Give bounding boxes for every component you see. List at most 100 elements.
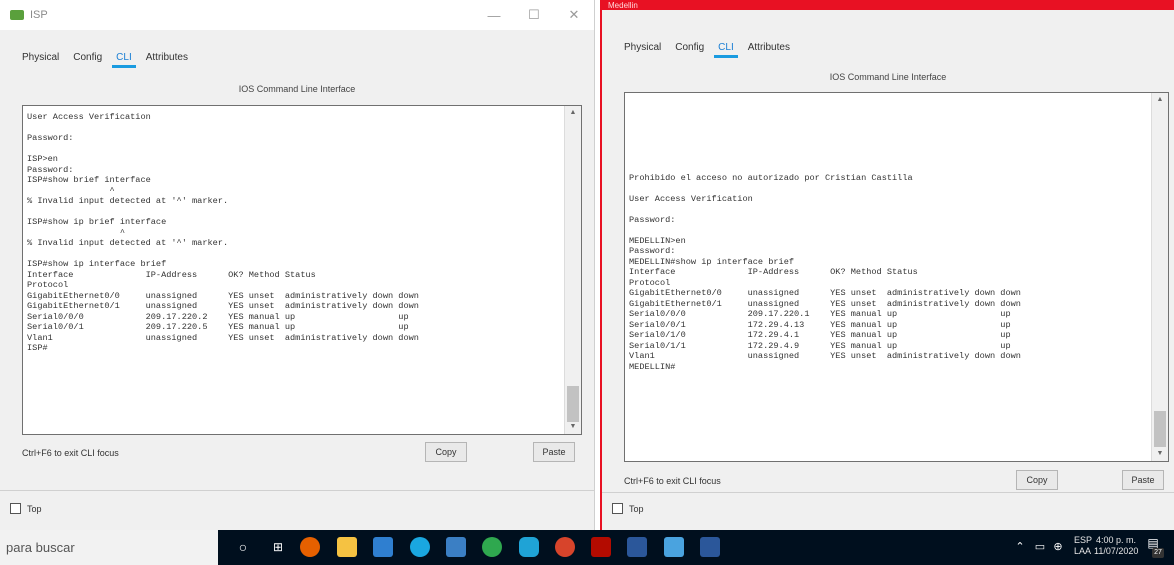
terminal-scrollbar[interactable]: ▲ ▼ [564,106,581,434]
minimize-button[interactable]: — [474,0,514,30]
tab-physical[interactable]: Physical [22,52,59,67]
terminal-line: ISP#show brief interface [27,175,151,185]
terminal-output: Prohibido el acceso no autorizado por Cr… [629,99,1148,372]
tab-cli[interactable]: CLI [112,52,136,68]
terminal-line: Protocol [629,277,671,288]
exit-cli-hint: Ctrl+F6 to exit CLI focus [22,448,119,458]
language-bottom: LAA [1074,546,1092,556]
top-label: Top [629,503,644,514]
store-icon[interactable] [337,537,357,557]
scroll-down-icon[interactable]: ▼ [565,420,581,434]
terminal-line: MEDELLIN# [629,361,676,372]
office-icon[interactable] [555,537,575,557]
cli-heading: IOS Command Line Interface [829,72,947,82]
paste-button[interactable]: Paste [1122,470,1164,490]
tab-attributes[interactable]: Attributes [748,42,790,57]
medellin-window: Medellin Physical Config CLI Attributes … [600,0,1174,530]
clock-time: 4:00 p. m. [1095,535,1137,545]
top-label: Top [27,503,42,514]
terminal-line: GigabitEthernet0/0 unassigned YES unset … [27,290,419,301]
window-title: ISP [30,9,48,21]
terminal-line: Protocol [27,280,69,290]
title-bar[interactable]: ISP — ☐ ✕ [0,0,594,30]
tray-chevron-icon[interactable]: ⌃ [1010,536,1030,558]
terminal-line: % Invalid input detected at '^' marker. [27,196,229,206]
top-checkbox[interactable] [10,503,21,514]
cli-heading: IOS Command Line Interface [238,84,356,94]
scroll-up-icon[interactable]: ▲ [1152,93,1168,107]
scroll-down-icon[interactable]: ▼ [1152,447,1168,461]
copy-button[interactable]: Copy [425,442,467,462]
terminal-line: Serial0/0/1 172.29.4.13 YES manual up up [629,319,1011,330]
chrome-icon[interactable] [482,537,502,557]
terminal-line: Serial0/1/0 172.29.4.1 YES manual up up [629,330,1011,340]
terminal-line: ^ [27,227,125,238]
tab-config[interactable]: Config [73,52,102,67]
cortana-icon[interactable]: ○ [233,536,253,558]
packet-tracer-taskbar-icon[interactable] [664,537,684,557]
scroll-thumb[interactable] [1154,411,1166,447]
terminal-scrollbar[interactable]: ▲ ▼ [1151,93,1168,461]
terminal-line: ISP>en [27,154,58,164]
word-doc-icon[interactable] [700,537,720,557]
terminal-line: Serial0/1/1 172.29.4.9 YES manual up up [629,340,1011,351]
cli-terminal[interactable]: User Access Verification Password: ISP>e… [22,105,582,435]
language-top: ESP [1074,535,1093,545]
copy-button[interactable]: Copy [1016,470,1058,490]
mail-icon[interactable] [373,537,393,557]
terminal-line: User Access Verification [27,112,151,122]
top-checkbox[interactable] [612,503,623,514]
clock-date: 11/07/2020 [1094,546,1139,556]
network-icon[interactable]: ⊕ [1048,536,1068,558]
language-indicator[interactable]: ESP LAA [1074,535,1092,557]
pdf-reader-icon[interactable] [591,537,611,557]
terminal-line: Interface IP-Address OK? Method Status [27,269,316,280]
tab-attributes[interactable]: Attributes [146,52,188,67]
title-bar[interactable]: Medellin [602,0,1174,10]
terminal-line: Vlan1 unassigned YES unset administrativ… [629,351,1021,361]
terminal-line: Password: [27,133,74,143]
terminal-line: ISP# [27,343,48,353]
tab-cli[interactable]: CLI [714,42,738,58]
taskbar-search[interactable]: para buscar [0,530,218,565]
clock[interactable]: 4:00 p. m. 11/07/2020 [1094,535,1138,557]
scroll-up-icon[interactable]: ▲ [565,106,581,120]
paste-button[interactable]: Paste [533,442,575,462]
tab-physical[interactable]: Physical [624,42,661,57]
terminal-line: Interface IP-Address OK? Method Status [629,267,918,277]
terminal-line: MEDELLIN>en [629,235,686,246]
scroll-thumb[interactable] [567,386,579,422]
terminal-line: GigabitEthernet0/1 unassigned YES unset … [629,298,1021,309]
photos-icon[interactable] [446,537,466,557]
terminal-output: User Access Verification Password: ISP>e… [27,112,561,354]
maximize-button[interactable]: ☐ [514,0,554,30]
isp-window: ISP — ☐ ✕ Physical Config CLI Attributes… [0,0,595,530]
tab-config[interactable]: Config [675,42,704,57]
task-view-icon[interactable]: ⊞ [268,536,288,558]
battery-icon[interactable]: ▭ [1030,536,1050,558]
tab-bar: Physical Config CLI Attributes [624,42,790,58]
skype-icon[interactable] [519,537,539,557]
word-icon[interactable] [627,537,647,557]
terminal-line: Password: [629,214,676,225]
cli-terminal[interactable]: Prohibido el acceso no autorizado por Cr… [624,92,1169,462]
terminal-line: GigabitEthernet0/1 unassigned YES unset … [27,301,419,311]
tab-bar: Physical Config CLI Attributes [22,52,188,68]
divider [0,490,594,491]
edge-icon[interactable] [410,537,430,557]
firefox-icon[interactable] [300,537,320,557]
window-title: Medellin [608,0,638,10]
terminal-line: ISP#show ip interface brief [27,259,167,269]
terminal-line: Serial0/0/0 209.17.220.1 YES manual up u… [629,309,1011,319]
taskbar: para buscar ○ ⊞ ⌃ ▭ ⊕ ESP LAA 4:00 p. m.… [0,530,1174,565]
close-button[interactable]: ✕ [554,0,594,30]
